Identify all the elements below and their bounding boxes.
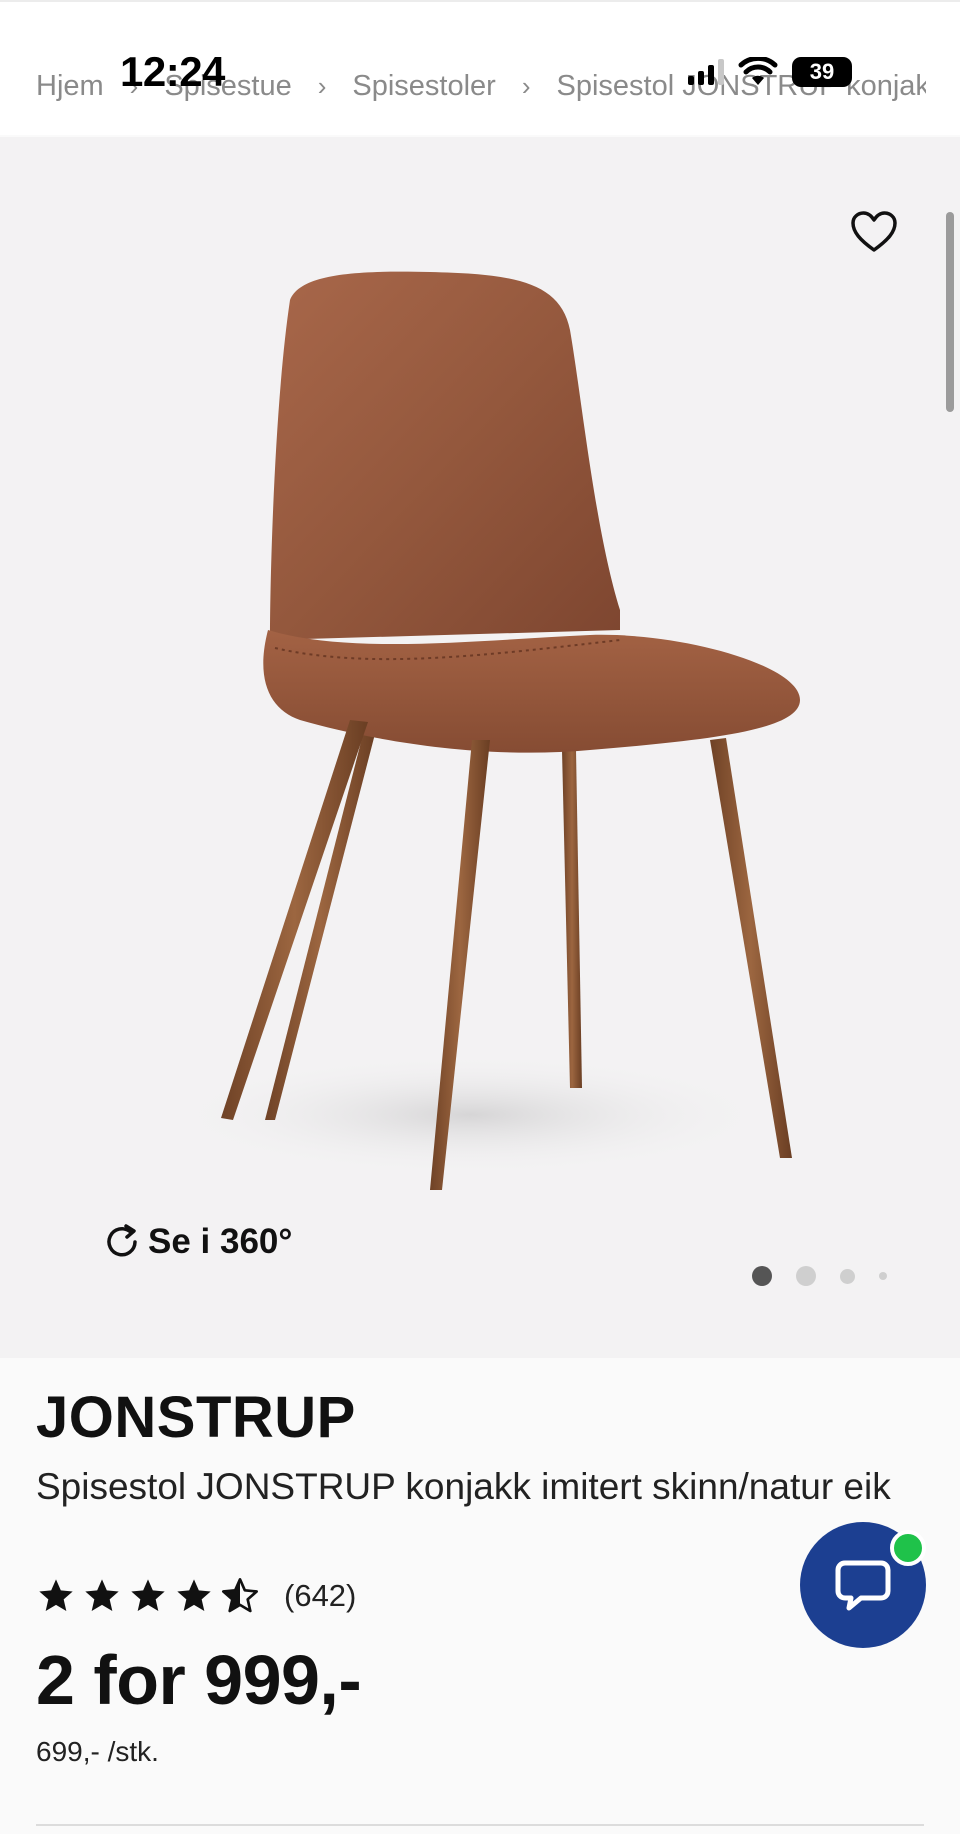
chevron-right-icon: ›	[521, 70, 531, 101]
cellular-signal-icon	[688, 59, 724, 85]
product-brand: JONSTRUP	[36, 1385, 356, 1450]
pagination-dot[interactable]	[840, 1268, 855, 1284]
status-icons: 39	[688, 52, 852, 92]
chevron-right-icon: ›	[317, 70, 327, 101]
chat-bubble-icon	[835, 1560, 891, 1611]
star-icon	[131, 1579, 165, 1611]
review-count[interactable]: (642)	[284, 1578, 356, 1614]
rotate-360-icon	[107, 1224, 137, 1257]
heart-outline-icon[interactable]	[850, 210, 898, 254]
product-price: 2 for 999,-	[36, 1641, 362, 1719]
status-time: 12:24	[120, 48, 225, 95]
star-icon	[85, 1579, 119, 1611]
battery-icon: 39	[792, 57, 852, 87]
unit-price: 699,- /stk.	[36, 1736, 159, 1767]
section-divider	[36, 1824, 924, 1826]
pagination-dot-active[interactable]	[752, 1266, 772, 1286]
wifi-icon	[738, 57, 778, 85]
pagination-dot[interactable]	[879, 1272, 887, 1280]
breadcrumb-item-spisestoler[interactable]: Spisestoler	[352, 70, 495, 103]
online-status-badge	[890, 1530, 926, 1566]
star-icon	[39, 1579, 73, 1611]
star-icon	[177, 1579, 211, 1611]
view-360-button[interactable]: Se i 360°	[102, 1218, 292, 1266]
gallery-scrollbar[interactable]	[946, 212, 954, 412]
gallery-pagination	[752, 1264, 887, 1288]
star-half-icon	[222, 1578, 258, 1613]
pagination-dot[interactable]	[796, 1266, 816, 1286]
product-image-chair	[170, 271, 801, 1190]
product-name: Spisestol JONSTRUP konjakk imitert skinn…	[36, 1466, 891, 1507]
view-360-label: Se i 360°	[148, 1222, 293, 1261]
breadcrumb-item-hjem[interactable]: Hjem	[36, 70, 104, 103]
product-rating[interactable]: (642)	[36, 1572, 356, 1620]
battery-level: 39	[809, 59, 835, 84]
